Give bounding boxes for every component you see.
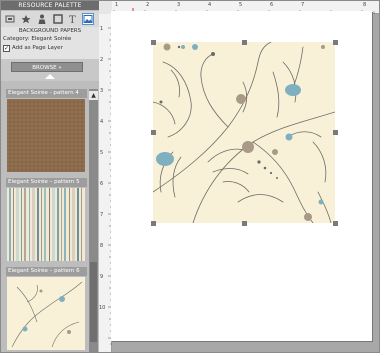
palette-info: BACKGROUND PAPERS Category: Elegant Soir… [1,27,99,59]
ruler-number: 4 [100,119,104,125]
ruler-number: 5 [100,150,104,156]
image-icon[interactable] [82,13,94,25]
ruler-number: 1 [115,2,119,8]
ruler-number: 10 [99,305,106,311]
list-item[interactable]: Elegant Soirée - pattern 4 [6,89,87,174]
resize-handle-left[interactable] [151,130,156,135]
ruler-number: 7 [301,2,305,8]
list-item[interactable]: Elegant Soirée – pattern 5 [6,178,87,263]
page-canvas[interactable] [111,11,372,341]
ruler-number: 2 [100,57,104,63]
brown-pattern-thumbnail[interactable] [7,99,85,172]
ruler-number: 7 [100,212,104,218]
paper-list: Elegant Soirée - pattern 4 Elegant Soiré… [6,89,87,352]
resize-handle-bottom-left[interactable] [151,221,156,226]
ruler-number: 6 [100,181,104,187]
ruler-number: 9 [100,274,104,280]
resize-handle-bottom-right[interactable] [333,221,338,226]
text-icon[interactable]: T [67,13,79,26]
ruler-number: 1 [100,26,104,32]
resize-handle-top-left[interactable] [151,40,156,45]
ruler-number: 8 [363,2,367,8]
list-item[interactable]: Elegant Soirée – pattern 6 [6,267,87,352]
item-label: Elegant Soirée – pattern 5 [6,178,87,187]
resize-handle-right[interactable] [333,130,338,135]
resize-handle-top-right[interactable] [333,40,338,45]
palette-toolbar: T [1,11,99,27]
ruler-number: 2 [146,2,150,8]
item-label: Elegant Soirée - pattern 4 [6,89,87,98]
svg-text:T: T [69,15,76,25]
stripe-pattern-thumbnail[interactable] [7,188,85,261]
collapse-arrow-icon[interactable] [45,74,55,79]
app-window: RESOURCE PALETTE T BACKGROUND PAPERS Cat… [0,0,380,353]
add-page-layer-label: Add as Page Layer [12,45,63,51]
ruler-number: 4 [208,2,212,8]
resize-handle-bottom[interactable] [242,221,247,226]
ruler-number: 3 [100,88,104,94]
category-label: Category: Elegant Soirée [3,36,72,42]
ruler-number: 5 [239,2,243,8]
canvas-area: 1 2 3 4 5 6 7 8 1 2 3 4 5 6 7 8 9 10 [99,1,379,352]
person-icon[interactable] [36,13,48,25]
browse-area: BROWSE » [1,59,99,81]
ruler-number: 6 [270,2,274,8]
browse-button[interactable]: BROWSE » [11,62,83,72]
category-title: BACKGROUND PAPERS [18,28,82,34]
flower-icon[interactable] [20,13,32,25]
resource-palette: RESOURCE PALETTE T BACKGROUND PAPERS Cat… [1,1,99,352]
add-page-layer-checkbox[interactable]: ✓ [3,45,10,52]
scroll-up-button[interactable]: ▲ [89,91,98,100]
list-scrollbar[interactable]: ▲ [89,89,98,352]
scroll-thumb[interactable] [90,262,97,342]
palette-title: RESOURCE PALETTE [1,1,99,10]
resize-handle-top[interactable] [242,40,247,45]
item-label: Elegant Soirée – pattern 6 [6,267,87,276]
placed-background-paper[interactable] [153,42,335,223]
ruler-number: 8 [100,243,104,249]
page-icon[interactable] [4,13,16,25]
ruler-number: 3 [177,2,181,8]
frame-icon[interactable] [52,13,64,25]
floral-pattern-thumbnail[interactable] [7,277,85,350]
